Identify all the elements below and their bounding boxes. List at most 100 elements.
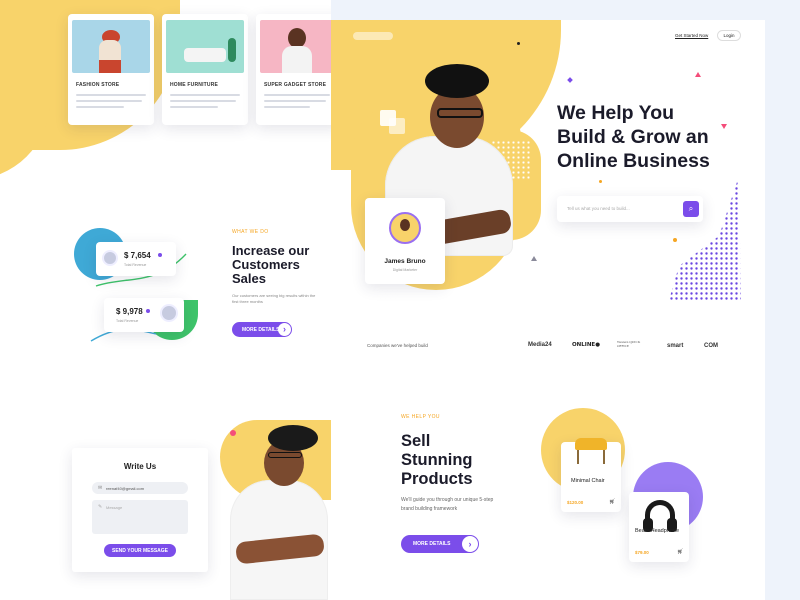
companies-label: Companies we've helped build [367,343,428,348]
send-message-button[interactable]: SEND YOUR MESSAGE [104,544,176,557]
store-title: SUPER GADGET STORE [264,82,327,88]
text-line [170,94,240,96]
glasses-icon [437,108,483,118]
profile-card[interactable]: James Bruno Digital Marketer [365,198,445,284]
company-logo-online: ONLINE● [572,342,600,348]
heading-line: Customers [232,257,300,272]
products-more-details-button[interactable]: MORE DETAILS › [401,535,479,553]
text-line [264,94,330,96]
hero-title-line: Online Business [557,150,710,172]
product-price: $79.00 [635,550,649,555]
product-price: $120.00 [567,500,584,505]
furniture-store-image [166,20,244,73]
avatar [160,304,178,322]
decor-shape [673,238,677,242]
right-page-preview: Get Started Now Login James Bruno Digita… [331,20,765,600]
email-field[interactable]: ✉ reenaf40@gmail.com [92,482,188,494]
decor-shape [599,180,602,183]
text-line [76,94,146,96]
revenue-value: $ 7,654 [124,251,151,260]
products-description: We'll guide you through our unique 5-ste… [401,496,493,514]
form-title: Write Us [123,462,157,471]
decor-shape [517,42,520,45]
product-name: Minimal Chair [571,478,605,484]
glasses-icon [268,452,302,458]
products-heading: Sell Stunning Products [401,432,473,489]
stats-eyebrow: WHAT WE DO [232,229,269,235]
desc-line: We'll guide you through our unique 5-ste… [401,497,494,503]
heading-line: Sales [232,271,266,286]
products-eyebrow: WE HELP YOU [401,414,440,420]
store-card-fashion[interactable]: FASHION STORE [68,14,154,125]
product-card-headphone[interactable]: Beats Headphone $79.00 🛒︎ [629,492,689,562]
cart-icon[interactable]: 🛒︎ [677,549,683,555]
desc-line: brand building framework [401,506,458,512]
text-line [264,100,326,102]
decor-dot-triangle [669,176,741,300]
company-logo-smart: smart [667,343,684,349]
decor-triangle [721,124,727,129]
company-logo-western: Western QUICK OFFICE [617,340,641,348]
decor-shape [567,77,573,83]
person-hair [268,425,318,451]
decor-square [389,118,405,134]
heading-line: Sell [401,432,431,450]
decor-triangle [695,72,701,77]
text-line [76,106,124,108]
profile-role: Digital Marketer [392,268,418,272]
arrow-right-icon: › [278,322,291,336]
cart-icon[interactable]: 🛒︎ [609,499,615,505]
revenue-value: $ 9,978 [116,307,143,316]
heading-line: Increase our [232,243,310,258]
company-logo-com: COM [704,343,718,349]
search-input[interactable]: Tell us what you need to build... [567,206,630,211]
stats-description: Our customers are seeing big results wit… [232,293,316,304]
button-label: MORE DETAILS [242,326,280,333]
dot [158,253,162,257]
revenue-sub: Total Revenue [124,263,147,267]
dot [146,309,150,313]
hero-title: We Help You Build & Grow an Online Busin… [557,101,710,173]
pencil-icon: ✎ [98,504,103,510]
person-hair [425,64,489,98]
login-button[interactable]: Login [717,30,741,41]
get-started-link[interactable]: Get Started Now [675,33,708,38]
gadget-store-image [260,20,331,73]
product-card-chair[interactable]: Minimal Chair $120.00 🛒︎ [561,438,621,512]
company-logo-media24: Media24 [528,342,552,348]
revenue-sub: Total Revenue [116,319,139,323]
revenue-card-1: $ 7,654 Total Revenue [96,242,176,276]
stats-more-details-button[interactable]: MORE DETAILS › [232,322,292,337]
contact-form: Write Us ✉ reenaf40@gmail.com ✎ Message … [72,448,208,572]
text-line [76,100,142,102]
decor-triangle [531,256,537,261]
hero-title-line: We Help You [557,102,675,124]
brand-logo[interactable] [353,32,393,40]
text-line [170,106,218,108]
button-label: MORE DETAILS [413,541,451,547]
left-page-preview: FASHION STORE HOME FURNITURE SUPER GADGE… [0,0,331,600]
store-title: HOME FURNITURE [170,82,219,88]
decor-dots [359,282,399,302]
mail-icon: ✉ [98,485,103,491]
fashion-store-image [72,20,150,73]
email-value: reenaf40@gmail.com [106,486,145,491]
stats-heading: Increase our Customers Sales [232,244,309,286]
avatar [389,212,421,244]
profile-name: James Bruno [384,258,426,265]
store-card-gadget[interactable]: SUPER GADGET STORE [256,14,331,125]
heading-line: Products [401,470,473,488]
avatar [102,250,118,266]
button-label: SEND YOUR MESSAGE [111,547,169,554]
chair-image [571,430,611,466]
store-title: FASHION STORE [76,82,120,88]
message-placeholder: Message [106,505,123,510]
arrow-right-icon: › [462,536,478,552]
revenue-card-2: $ 9,978 Total Revenue [104,298,184,332]
hero-title-line: Build & Grow an [557,126,709,148]
store-card-furniture[interactable]: HOME FURNITURE [162,14,248,125]
heading-line: Stunning [401,451,473,469]
message-field[interactable]: ✎ Message [92,500,188,534]
text-line [170,100,236,102]
text-line [264,106,310,108]
